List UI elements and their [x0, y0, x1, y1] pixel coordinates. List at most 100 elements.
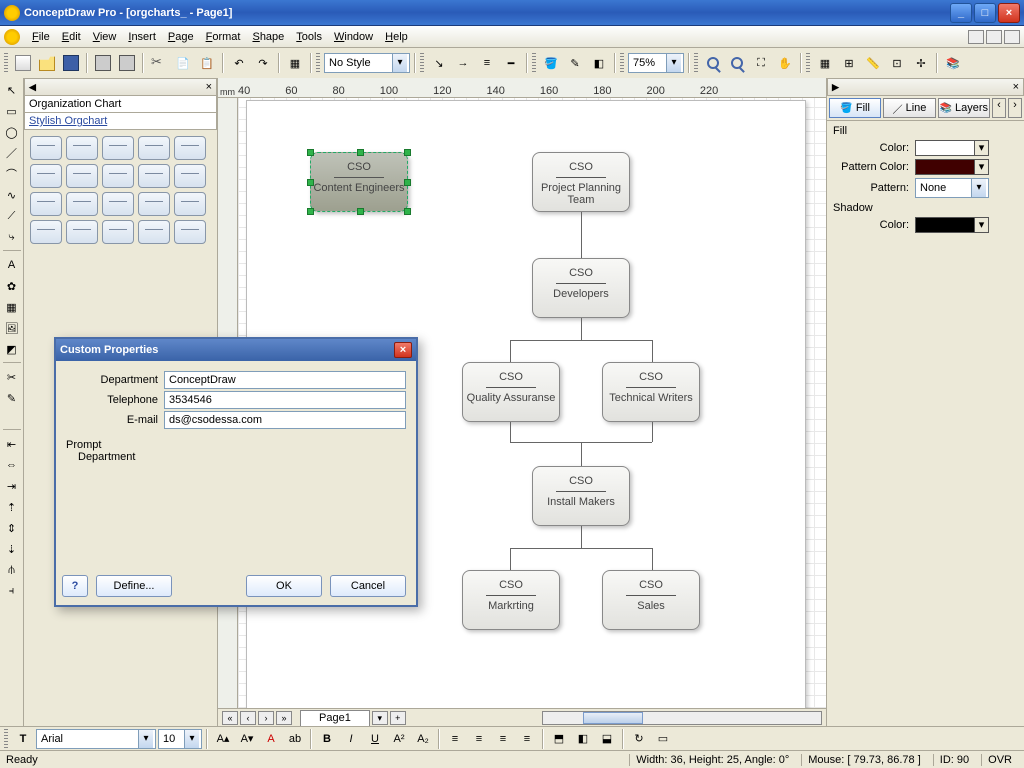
tab-nav-next[interactable]: ›	[258, 711, 274, 725]
tab-scroll-right[interactable]: ›	[1008, 98, 1022, 118]
department-input[interactable]	[164, 371, 406, 389]
tab-dropdown[interactable]: ▾	[372, 711, 388, 725]
pattern-color-swatch[interactable]	[915, 159, 975, 175]
org-node[interactable]: CSOMarkrting	[462, 570, 560, 630]
org-node[interactable]: CSOQuality Assuranse	[462, 362, 560, 422]
org-shape-item[interactable]	[174, 164, 206, 188]
paste-button[interactable]: 📋	[196, 52, 218, 74]
tab-add[interactable]: +	[390, 711, 406, 725]
color-dropdown-button[interactable]: ▾	[975, 140, 989, 156]
horizontal-scrollbar[interactable]	[542, 711, 822, 725]
org-shape-item[interactable]	[30, 136, 62, 160]
align-top-button[interactable]: ⇡	[2, 497, 22, 517]
email-input[interactable]	[164, 411, 406, 429]
org-shape-item[interactable]	[102, 136, 134, 160]
toolbar-grip[interactable]	[316, 53, 320, 73]
resize-handle[interactable]	[307, 149, 314, 156]
toolbar-grip[interactable]	[4, 53, 8, 73]
fill-button[interactable]: 🪣	[540, 52, 562, 74]
shadow-button[interactable]: ◧	[588, 52, 610, 74]
print-preview-button[interactable]	[116, 52, 138, 74]
org-shape-item[interactable]	[30, 220, 62, 244]
org-shape-item[interactable]	[174, 220, 206, 244]
undo-button[interactable]: ↶	[228, 52, 250, 74]
menu-help[interactable]: Help	[379, 29, 414, 45]
zoom-fit-button[interactable]: ⛶	[750, 52, 772, 74]
highlight-button[interactable]: ab	[284, 728, 306, 750]
valign-bottom-button[interactable]: ⬓	[596, 728, 618, 750]
line-color-button[interactable]: ✎	[564, 52, 586, 74]
panel-titlebar[interactable]: ▶×	[827, 78, 1024, 96]
panel-titlebar[interactable]: ◀×	[24, 78, 217, 96]
dialog-close-button[interactable]: ×	[394, 342, 412, 358]
text-tool-button[interactable]: A	[2, 255, 22, 275]
org-shape-item[interactable]	[66, 220, 98, 244]
org-node[interactable]: CSOInstall Makers	[532, 466, 630, 526]
tab-nav-last[interactable]: »	[276, 711, 292, 725]
distribute-v-button[interactable]: ⫞	[2, 581, 22, 601]
subscript-button[interactable]: A₂	[412, 728, 434, 750]
org-shape-item[interactable]	[174, 192, 206, 216]
toolbar-grip[interactable]	[532, 53, 536, 73]
font-color-button[interactable]: A	[260, 728, 282, 750]
line-begin-button[interactable]: ↘	[428, 52, 450, 74]
ellipse-tool-button[interactable]: ◯	[2, 122, 22, 142]
resize-handle[interactable]	[357, 149, 364, 156]
menu-shape[interactable]: Shape	[246, 29, 290, 45]
font-combo[interactable]: Arial	[36, 729, 156, 749]
align-middle-button[interactable]: ⇕	[2, 518, 22, 538]
org-shape-item[interactable]	[66, 136, 98, 160]
guides-button[interactable]: ⊞	[838, 52, 860, 74]
crop-tool-button[interactable]: ✂	[2, 367, 22, 387]
eyedropper-tool-button[interactable]: ✎	[2, 388, 22, 408]
menu-file[interactable]: File	[26, 29, 56, 45]
resize-handle[interactable]	[404, 179, 411, 186]
mdi-minimize-button[interactable]	[968, 30, 984, 44]
org-shape-item[interactable]	[138, 164, 170, 188]
redo-button[interactable]: ↷	[252, 52, 274, 74]
align-center-text-button[interactable]: ≡	[468, 728, 490, 750]
library-button[interactable]: ▦	[284, 52, 306, 74]
align-bottom-button[interactable]: ⇣	[2, 539, 22, 559]
org-shape-item[interactable]	[102, 220, 134, 244]
org-shape-item[interactable]	[138, 192, 170, 216]
align-center-button[interactable]: ⇔	[2, 455, 22, 475]
cut-button[interactable]: ✂	[148, 52, 170, 74]
page-tab[interactable]: Page1	[300, 710, 370, 726]
org-shape-item[interactable]	[30, 164, 62, 188]
font-size-up-button[interactable]: A▴	[212, 728, 234, 750]
new-button[interactable]	[12, 52, 34, 74]
org-shape-item[interactable]	[102, 192, 134, 216]
tab-scroll-left[interactable]: ‹	[992, 98, 1006, 118]
tab-fill[interactable]: 🪣 Fill	[829, 98, 881, 118]
layers-button[interactable]: 📚	[942, 52, 964, 74]
org-template-link[interactable]: Stylish Orgchart	[29, 115, 107, 127]
menu-view[interactable]: View	[87, 29, 123, 45]
tab-nav-first[interactable]: «	[222, 711, 238, 725]
font-size-down-button[interactable]: A▾	[236, 728, 258, 750]
toolbar-grip[interactable]	[4, 729, 8, 749]
ole-tool-button[interactable]: ◩	[2, 339, 22, 359]
toolbar-grip[interactable]	[420, 53, 424, 73]
fill-color-swatch[interactable]	[915, 140, 975, 156]
org-node[interactable]: CSODevelopers	[532, 258, 630, 318]
zoom-out-button[interactable]	[726, 52, 748, 74]
print-button[interactable]	[92, 52, 114, 74]
align-left-button[interactable]: ⇤	[2, 434, 22, 454]
grid-button[interactable]: ▦	[814, 52, 836, 74]
ruler-button[interactable]: 📏	[862, 52, 884, 74]
connector-tool-button[interactable]: ⤷	[2, 227, 22, 247]
resize-handle[interactable]	[404, 208, 411, 215]
align-justify-button[interactable]: ≡	[516, 728, 538, 750]
color-dropdown-button[interactable]: ▾	[975, 217, 989, 233]
curve-tool-button[interactable]: ∿	[2, 185, 22, 205]
align-right-text-button[interactable]: ≡	[492, 728, 514, 750]
tab-line[interactable]: ／ Line	[883, 98, 935, 118]
save-button[interactable]	[60, 52, 82, 74]
window-minimize-button[interactable]: _	[950, 3, 972, 23]
snap-button[interactable]: ⊡	[886, 52, 908, 74]
distribute-h-button[interactable]: ⫛	[2, 560, 22, 580]
window-maximize-button[interactable]: □	[974, 3, 996, 23]
org-node-selected[interactable]: CSO Content Engineers	[310, 152, 408, 212]
spline-tool-button[interactable]: ⟋	[2, 206, 22, 226]
